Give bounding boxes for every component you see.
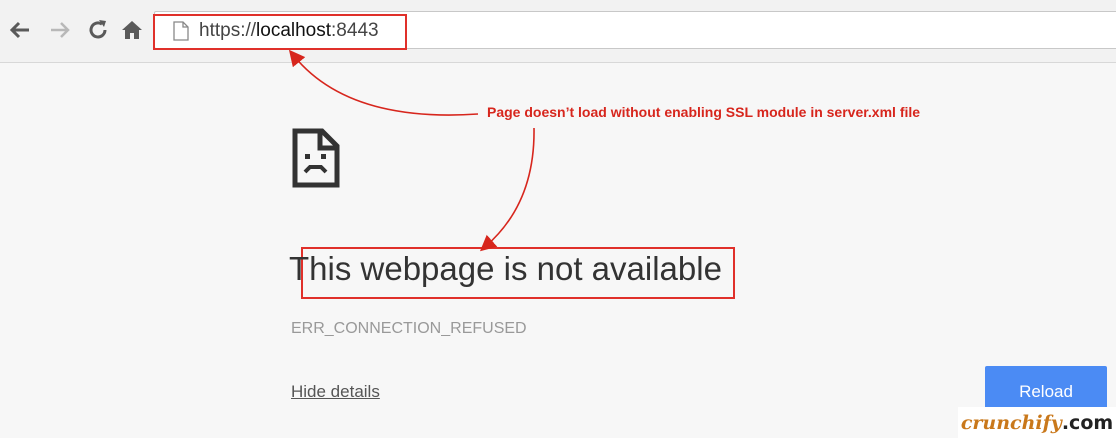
refresh-button[interactable] bbox=[86, 18, 110, 42]
address-url: https://localhost:8443 bbox=[199, 20, 379, 42]
hide-details-link[interactable]: Hide details bbox=[291, 382, 380, 402]
page-icon bbox=[173, 21, 189, 41]
browser-toolbar: https://localhost:8443 bbox=[0, 0, 1116, 63]
url-port: :8443 bbox=[331, 20, 379, 41]
home-button[interactable] bbox=[120, 18, 144, 42]
crunchify-watermark: crunchify .com bbox=[958, 407, 1116, 438]
address-bar[interactable]: https://localhost:8443 bbox=[154, 11, 1116, 49]
arrow-to-url bbox=[288, 49, 479, 116]
annotation-arrows bbox=[288, 49, 535, 252]
error-code: ERR_CONNECTION_REFUSED bbox=[291, 320, 527, 337]
refresh-icon bbox=[89, 20, 107, 39]
annotation-text: Page doesn’t load without enabling SSL m… bbox=[487, 104, 921, 120]
back-arrow-icon bbox=[9, 21, 29, 39]
forward-button[interactable] bbox=[48, 18, 72, 42]
watermark-tld: .com bbox=[1061, 411, 1114, 434]
sad-page-icon bbox=[292, 128, 340, 188]
arrow-to-headline bbox=[479, 127, 535, 252]
url-host: localhost bbox=[256, 20, 332, 41]
watermark-main: crunchify bbox=[960, 411, 1062, 434]
url-scheme: https:// bbox=[199, 20, 257, 41]
home-icon bbox=[122, 21, 142, 39]
back-button[interactable] bbox=[8, 18, 32, 42]
error-headline: This webpage is not available bbox=[289, 250, 722, 287]
forward-arrow-icon bbox=[51, 22, 70, 38]
